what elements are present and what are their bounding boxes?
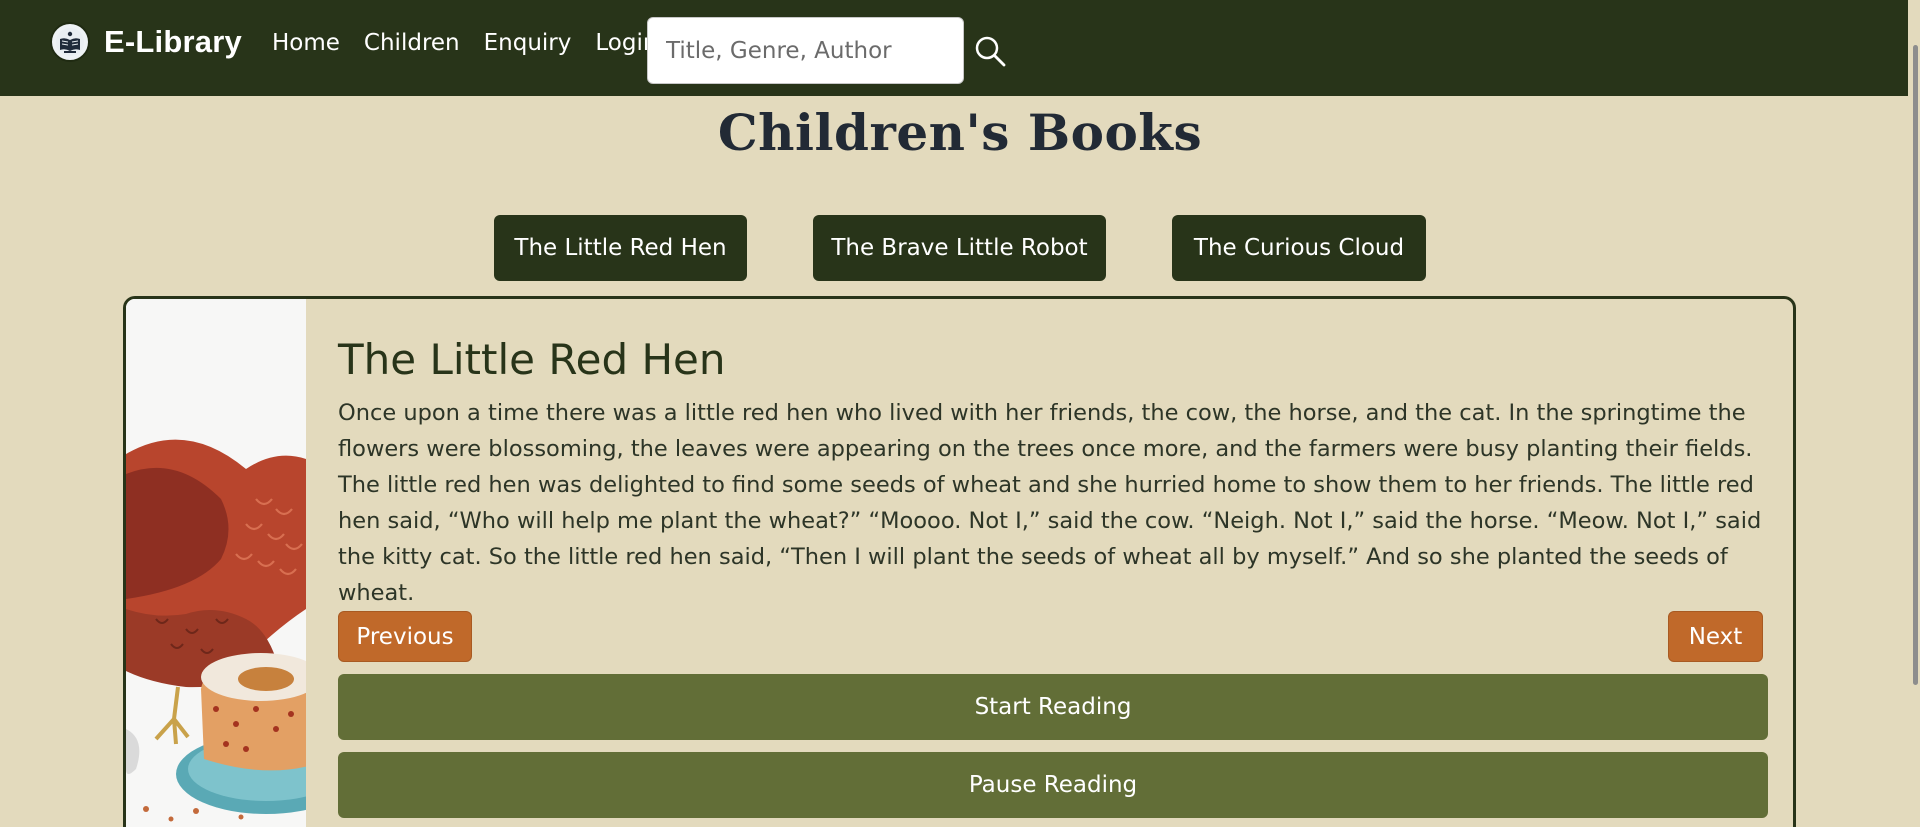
tab-brave-little-robot[interactable]: The Brave Little Robot [813,215,1106,281]
top-navbar: E-Library Home Children Enquiry Login [0,0,1920,96]
brand-link[interactable]: E-Library [50,22,242,62]
nav-link-children[interactable]: Children [364,30,460,56]
tab-curious-cloud[interactable]: The Curious Cloud [1172,215,1426,281]
nav-link-enquiry[interactable]: Enquiry [484,30,572,56]
book-story-text: Once upon a time there was a little red … [338,400,1762,606]
library-book-icon [50,22,90,62]
nav-links: Home Children Enquiry Login [272,30,657,56]
book-card: The Little Red Hen Once upon a time ther… [123,296,1796,827]
scrollbar-thumb[interactable] [1913,45,1918,685]
page-title: Children's Books [717,103,1203,162]
start-reading-button[interactable]: Start Reading [338,674,1768,740]
page-scrollbar[interactable] [1908,0,1920,827]
search-icon [975,36,1006,67]
next-button[interactable]: Next [1668,611,1763,662]
tab-little-red-hen[interactable]: The Little Red Hen [494,215,747,281]
pause-reading-button[interactable]: Pause Reading [338,752,1768,818]
nav-link-home[interactable]: Home [272,30,340,56]
search-button[interactable] [972,34,1008,70]
book-cover-image [126,299,306,827]
previous-button[interactable]: Previous [338,611,472,662]
search-input[interactable] [647,17,964,84]
brand-name: E-Library [104,24,242,59]
book-title: The Little Red Hen [338,335,726,384]
